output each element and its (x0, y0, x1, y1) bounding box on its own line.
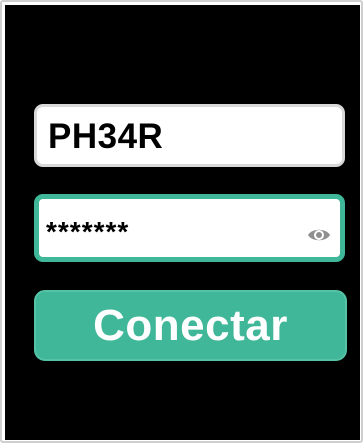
username-value: PH34R (48, 117, 164, 156)
login-screen: PH34R ******* Conectar (5, 5, 360, 440)
password-value: ******* (46, 216, 130, 247)
username-field[interactable]: PH34R (34, 104, 345, 167)
device-frame: PH34R ******* Conectar (0, 0, 363, 443)
eye-icon[interactable] (307, 221, 331, 241)
connect-button[interactable]: Conectar (34, 290, 347, 361)
password-field[interactable]: ******* (34, 194, 345, 262)
